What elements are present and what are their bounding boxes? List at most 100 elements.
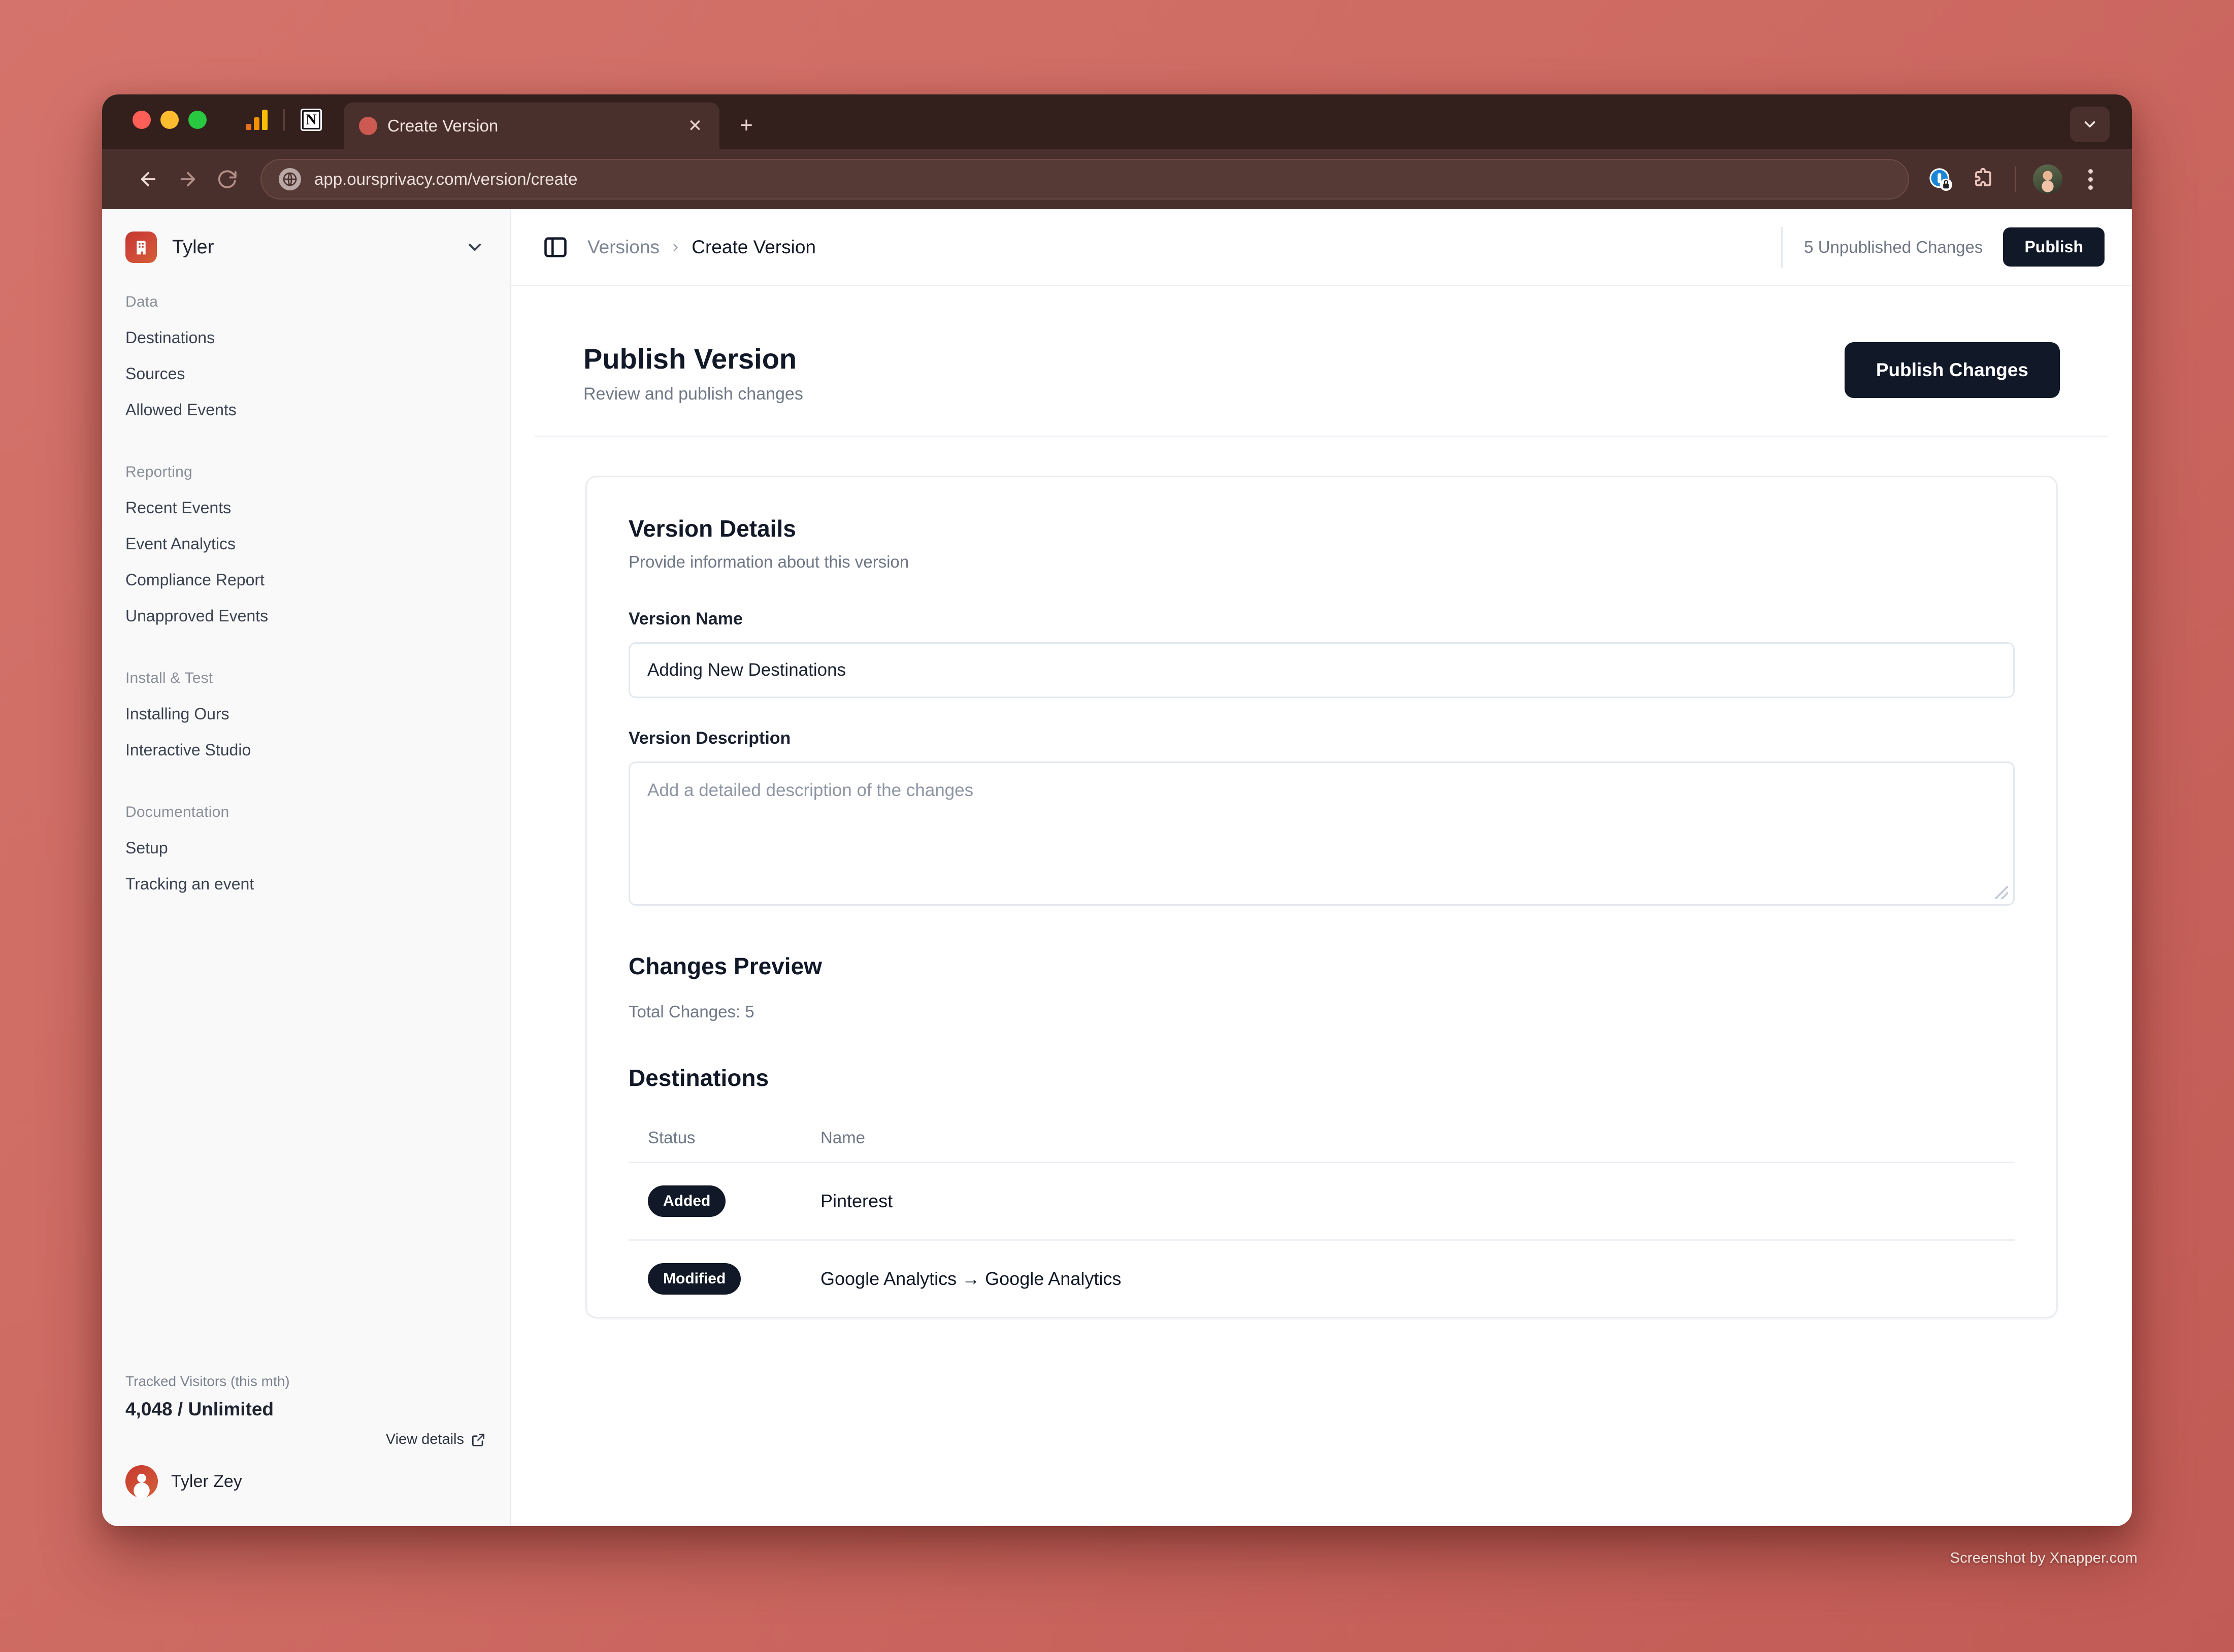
page-header-text: Publish Version Review and publish chang… [583,342,803,404]
column-header-name: Name [820,1128,866,1147]
pinned-tabs: N [233,94,335,149]
toolbar-divider [2015,167,2016,192]
sidebar-item-recent-events[interactable]: Recent Events [102,490,510,526]
name-cell: Google Analytics → Google Analytics [820,1268,1122,1289]
profile-button[interactable] [2028,160,2067,199]
minimize-window-button[interactable] [160,111,179,129]
sidebar-item-tracking-an-event[interactable]: Tracking an event [102,866,510,902]
back-button[interactable] [128,159,168,199]
chevron-down-icon[interactable] [463,236,486,259]
privacy-shield-icon [1929,168,1952,191]
sidebar-group-data: Data Destinations Sources Allowed Events [102,280,510,428]
unpublished-changes-count: 5 Unpublished Changes [1804,237,1983,256]
org-switcher[interactable]: Tyler [102,209,510,280]
org-logo-icon [125,232,157,263]
breadcrumb-current: Create Version [692,236,816,257]
version-description-textarea[interactable]: Add a detailed description of the change… [629,762,2015,906]
version-details-subtitle: Provide information about this version [629,552,909,571]
sidebar-item-setup[interactable]: Setup [102,830,510,866]
page-title: Publish Version [583,343,797,375]
window-controls [133,94,207,149]
tab-search-button[interactable] [2070,107,2110,142]
sidebar-group-label-reporting: Reporting [125,464,192,480]
profile-avatar-icon [2033,164,2062,194]
version-details-card: Version Details Provide information abou… [585,476,2058,1318]
sidebar-item-destinations[interactable]: Destinations [102,320,510,356]
sidebar-item-interactive-studio[interactable]: Interactive Studio [102,732,510,768]
version-details-title: Version Details [629,515,796,542]
destinations-section-title: Destinations [629,1065,769,1091]
page-header: Publish Version Review and publish chang… [535,286,2109,437]
pinned-tab-notion[interactable]: N [288,98,335,141]
chevron-down-icon [2084,121,2095,128]
publish-changes-button[interactable]: Publish Changes [1844,342,2060,398]
new-tab-button[interactable]: + [731,110,762,141]
page-content: Publish Version Review and publish chang… [511,286,2132,1526]
sidebar-group-label-documentation: Documentation [125,804,229,820]
privacy-extension-icon[interactable] [1921,160,1960,199]
column-header-status: Status [648,1128,696,1147]
browser-menu-button[interactable] [2071,160,2110,199]
sidebar-group-documentation: Documentation Setup Tracking an event [102,790,510,902]
close-window-button[interactable] [133,111,151,129]
usage-limit: Unlimited [188,1399,274,1419]
sidebar-item-unapproved-events[interactable]: Unapproved Events [102,598,510,634]
usage-value: 4,048 / Unlimited [125,1399,486,1420]
toolbar-icons [1921,160,2110,199]
view-details-link[interactable]: View details [102,1420,510,1448]
app-topbar: Versions › Create Version 5 Unpublished … [511,209,2132,286]
sidebar-group-label-install-test: Install & Test [125,670,213,686]
topbar-divider [1781,226,1783,268]
publish-button[interactable]: Publish [2003,227,2105,267]
status-badge: Added [648,1185,726,1217]
close-tab-icon[interactable]: ✕ [684,115,706,137]
browser-window: N Create Version ✕ + app.oursprivacy.com… [102,94,2132,1526]
topbar-actions: 5 Unpublished Changes Publish [1781,226,2105,268]
sidebar-group-install-test: Install & Test Installing Ours Interacti… [102,656,510,768]
chevron-down-glyph [469,244,481,251]
google-analytics-icon [245,110,268,130]
table-row[interactable]: Added Pinterest [629,1163,2015,1241]
name-cell: Pinterest [820,1191,893,1211]
table-row[interactable]: Modified Google Analytics → Google Analy… [629,1241,2015,1317]
resize-handle[interactable] [1995,886,2008,899]
status-badge: Modified [648,1263,741,1295]
version-name-input[interactable]: Adding New Destinations [629,642,2015,698]
sidebar-group-label-data: Data [125,293,158,310]
reload-icon [218,170,237,188]
sidebar-item-event-analytics[interactable]: Event Analytics [102,526,510,562]
field-gap [629,698,2015,729]
url-bar[interactable]: app.oursprivacy.com/version/create [260,159,1909,200]
view-details-label: View details [385,1431,464,1447]
forward-button[interactable] [168,159,208,199]
sidebar-toggle-button[interactable] [540,232,571,263]
pinned-tab-google-analytics[interactable] [233,98,280,141]
sidebar-item-installing-ours[interactable]: Installing Ours [102,696,510,732]
main-content: Versions › Create Version 5 Unpublished … [511,209,2132,1526]
globe-icon [279,168,301,190]
breadcrumb-versions-link[interactable]: Versions [587,237,660,258]
maximize-window-button[interactable] [188,111,207,129]
sidebar-item-allowed-events[interactable]: Allowed Events [102,392,510,428]
puzzle-piece-icon [1975,168,1991,186]
active-tab[interactable]: Create Version ✕ [344,103,719,149]
sidebar-user[interactable]: Tyler Zey [102,1448,510,1526]
building-icon [137,241,146,255]
notion-icon: N [301,109,322,131]
version-description-label: Version Description [629,729,791,748]
reload-button[interactable] [208,159,247,199]
usage-label: Tracked Visitors (this mth) [125,1373,290,1389]
total-changes-count: Total Changes: 5 [629,1002,754,1021]
panel-left-icon [544,237,567,257]
sidebar-item-sources[interactable]: Sources [102,356,510,392]
tab-favicon-icon [359,117,377,135]
address-bar: app.oursprivacy.com/version/create [102,149,2132,209]
url-text: app.oursprivacy.com/version/create [314,170,578,188]
arrow-right-icon [180,172,195,187]
extensions-button[interactable] [1964,160,2002,199]
tab-title: Create Version [387,116,499,135]
sidebar-item-compliance-report[interactable]: Compliance Report [102,562,510,598]
